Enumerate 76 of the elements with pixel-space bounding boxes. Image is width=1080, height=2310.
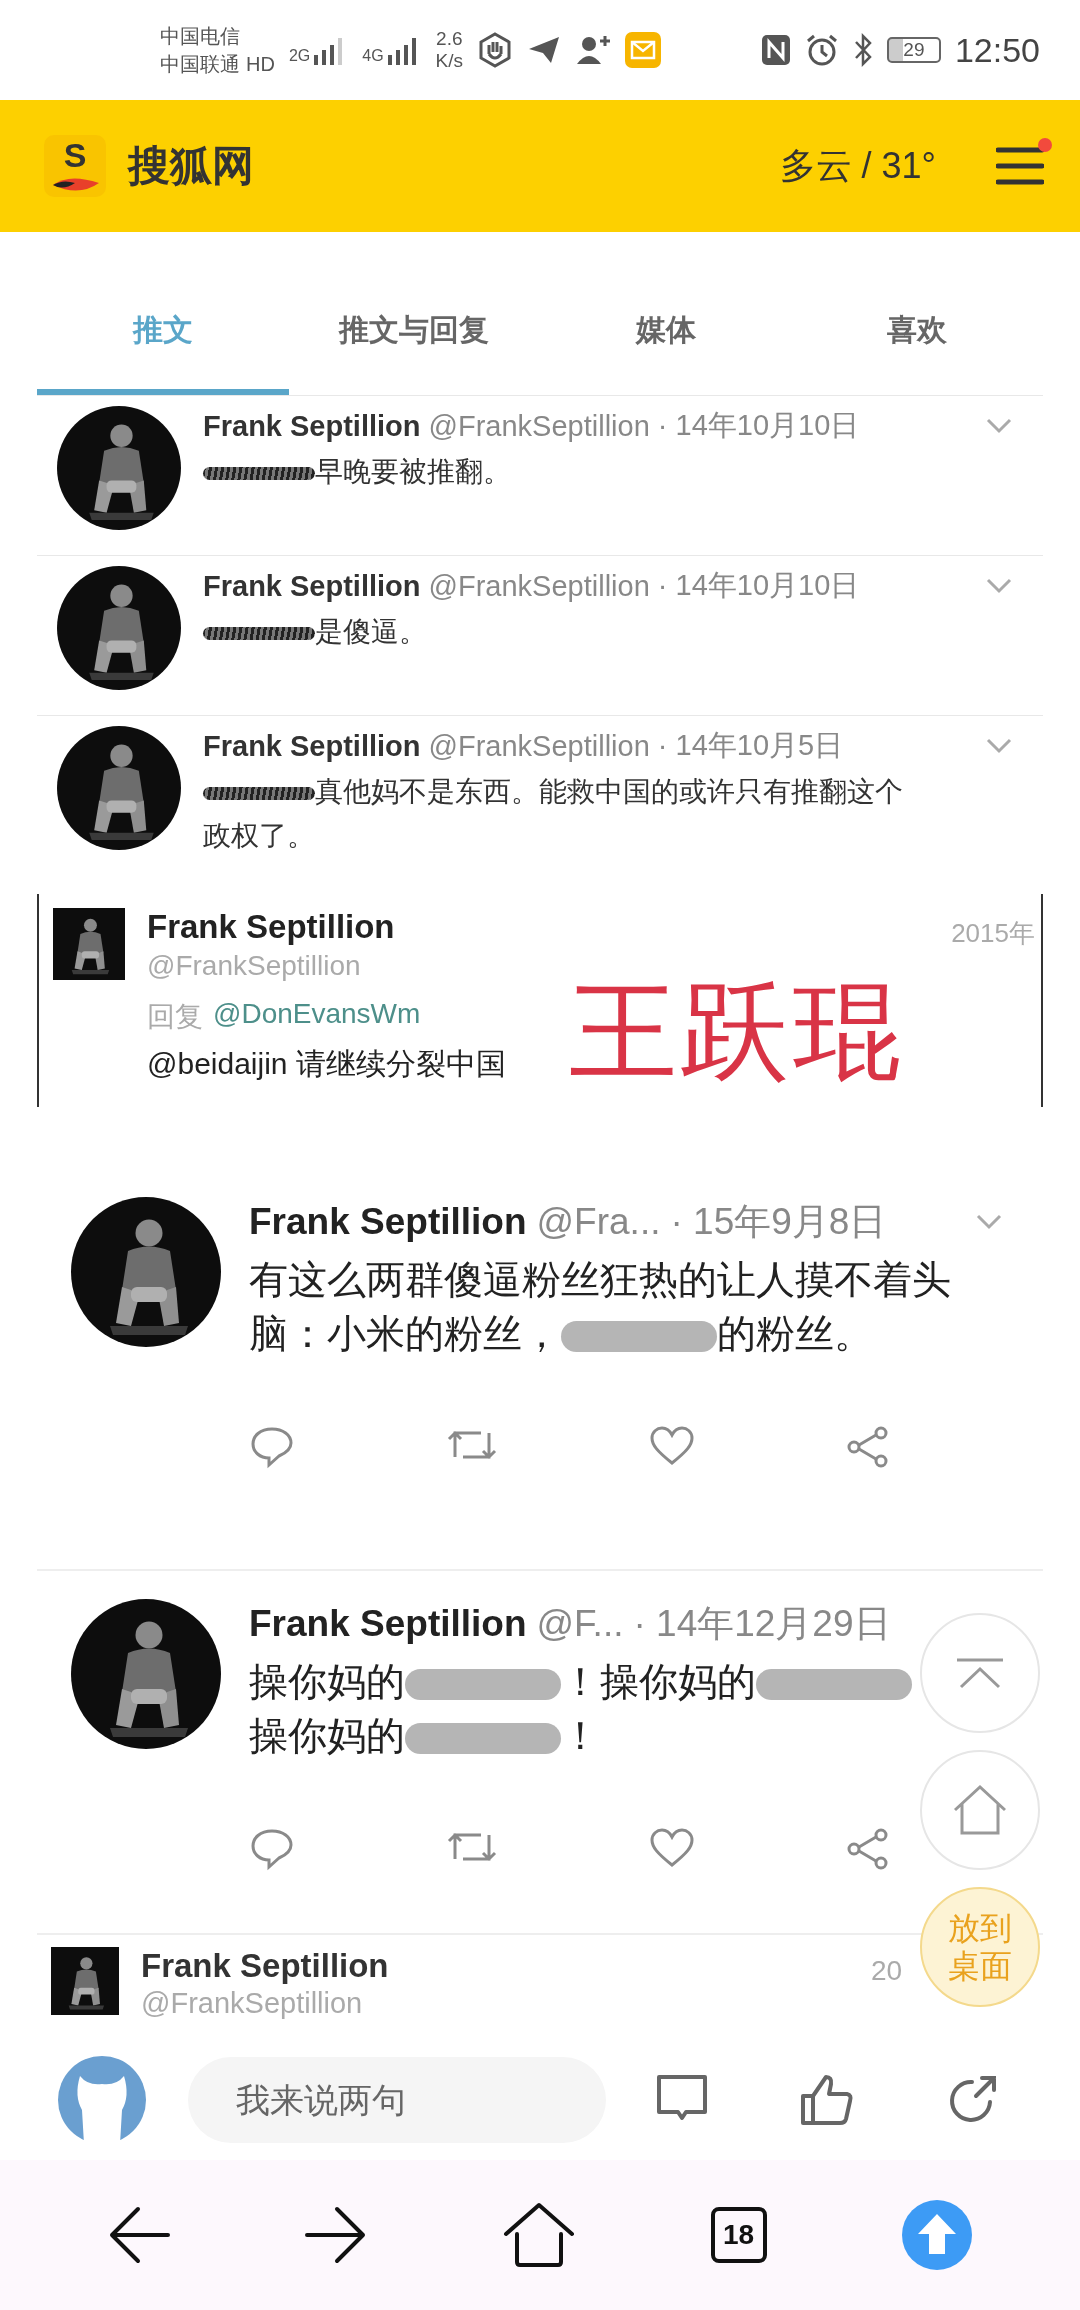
tweet-text: 政权了。	[203, 820, 315, 851]
tweet-text: 脑：小米的粉丝，	[249, 1312, 561, 1356]
nfc-icon	[760, 34, 791, 66]
tabs-button[interactable]: 18	[710, 2207, 767, 2263]
user-name: Frank Septillion	[141, 1947, 389, 1986]
carrier-name: 中国电信	[160, 24, 241, 49]
home-icon	[952, 1784, 1008, 1836]
person-add-icon	[575, 34, 612, 66]
network-label: 2G	[288, 47, 311, 65]
carrier-name: 中国联通	[160, 52, 240, 77]
mail-app-icon	[625, 32, 662, 68]
tweet-text: 早晚要被推翻。	[315, 456, 511, 487]
heart-icon[interactable]	[649, 1425, 695, 1468]
clock-time: 12:50	[954, 30, 1040, 70]
user-handle: @F...	[536, 1602, 624, 1645]
comment-field[interactable]: 我来说两句	[188, 2057, 606, 2143]
tweet-date: · 15年9月8日	[670, 1200, 887, 1245]
site-title: 搜狐网	[128, 141, 254, 191]
chevron-down-icon[interactable]	[985, 737, 1013, 755]
hand-icon	[477, 32, 514, 68]
chevron-up-icon	[955, 1657, 1005, 1689]
weather-text: 多云 / 31°	[779, 143, 936, 188]
user-handle: @FrankSeptillion	[428, 409, 650, 443]
tab[interactable]: 媒体	[540, 270, 792, 390]
tweet-text: 是傻逼。	[315, 616, 427, 647]
user-handle: @FrankSeptillion	[428, 729, 650, 763]
user-handle: @FrankSeptillion	[147, 950, 362, 983]
user-handle: @FrankSeptillion	[428, 569, 650, 603]
tweet-text: 真他妈不是东西。能救中国的或许只有推翻这个	[315, 776, 903, 807]
tab[interactable]: 喜欢	[791, 270, 1043, 390]
tweet-date: 2015年	[951, 917, 1035, 951]
user-handle: @FrankSeptillion	[141, 1987, 364, 2021]
chevron-down-icon[interactable]	[975, 1213, 1003, 1232]
tweet-date: · 14年10月10日	[657, 408, 860, 443]
thumbs-up-icon[interactable]	[800, 2074, 854, 2126]
avatar-icon[interactable]	[58, 2056, 146, 2144]
forward-icon[interactable]	[305, 2205, 368, 2265]
home-icon[interactable]	[503, 2202, 575, 2268]
user-name: Frank Septillion	[249, 1602, 527, 1645]
menu-icon[interactable]	[996, 146, 1044, 186]
tweet-text: 有这么两群傻逼粉丝狂热的让人摸不着头	[249, 1258, 951, 1302]
user-name: Frank Septillion	[147, 908, 396, 947]
tweet-text: @beidaijin 请继续分裂中国	[147, 1046, 506, 1083]
network-label: 4G	[362, 47, 384, 65]
tweet-text: 操你妈的	[249, 1713, 405, 1757]
reply-label: 回复	[147, 1000, 203, 1035]
tab[interactable]: 推文与回复	[288, 270, 540, 390]
tweet-date: · 14年10月5日	[657, 728, 844, 763]
bluetooth-icon	[852, 33, 873, 67]
user-handle: @Fra...	[536, 1201, 661, 1244]
heart-icon[interactable]	[649, 1826, 695, 1869]
user-name: Frank Septillion	[203, 409, 421, 443]
upload-icon[interactable]	[902, 2200, 973, 2270]
tweet-text: 的粉丝。	[717, 1312, 873, 1356]
battery-icon: 29	[886, 37, 941, 63]
hd-label: HD	[246, 52, 275, 77]
network-speed: 2.6	[436, 28, 463, 50]
tweet-text: 操你妈的	[249, 1659, 405, 1703]
user-name: Frank Septillion	[203, 729, 421, 763]
paper-plane-icon	[527, 35, 562, 65]
network-speed: K/s	[435, 50, 464, 72]
back-icon[interactable]	[107, 2205, 170, 2265]
tweet-text: ！	[561, 1713, 600, 1757]
mention-link[interactable]: @DonEvansWm	[213, 998, 421, 1037]
chevron-down-icon[interactable]	[985, 417, 1013, 435]
overlay-caption: 王跃琨	[569, 972, 905, 1093]
tweet-date: · 14年12月29日	[633, 1601, 891, 1646]
logo-icon: S	[44, 135, 106, 197]
alarm-icon	[804, 33, 839, 67]
user-name: Frank Septillion	[203, 569, 421, 603]
tweet-text: ！操你妈的	[561, 1659, 756, 1703]
reply-icon[interactable]	[249, 1425, 295, 1470]
user-name: Frank Septillion	[249, 1201, 527, 1244]
tweet-date: 20	[871, 1955, 903, 1988]
tweet-date: · 14年10月10日	[657, 568, 860, 603]
chevron-down-icon[interactable]	[985, 577, 1013, 595]
